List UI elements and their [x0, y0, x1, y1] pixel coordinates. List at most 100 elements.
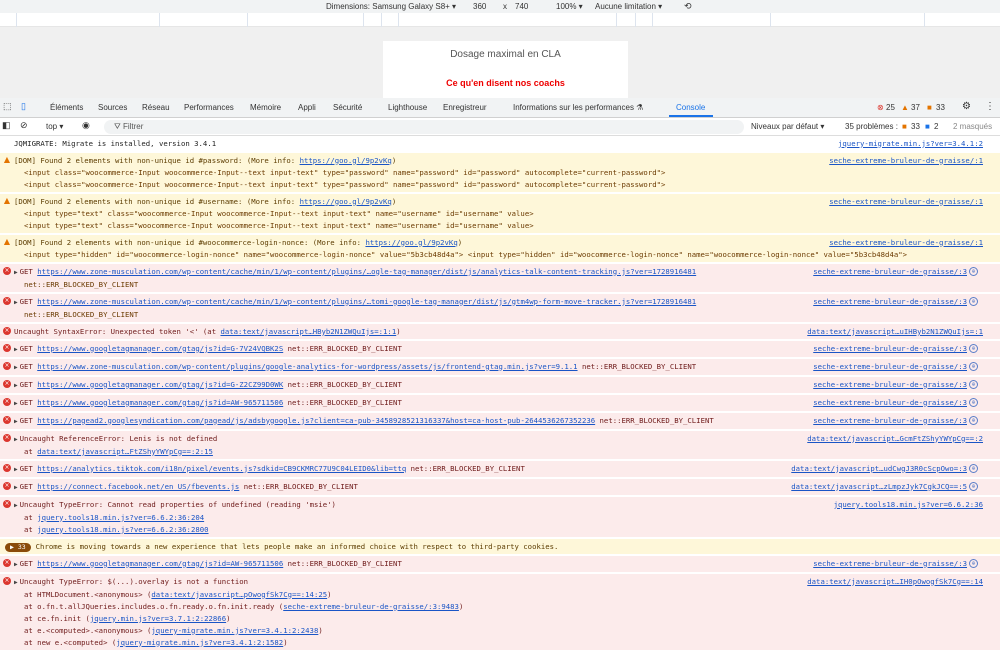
tab-security[interactable]: Sécurité: [333, 103, 362, 112]
zoom-select[interactable]: 100% ▾: [556, 2, 583, 11]
rotate-icon[interactable]: ⟲: [684, 1, 692, 12]
tab-console[interactable]: Console: [676, 103, 705, 112]
network-request-icon[interactable]: ⊕: [969, 362, 978, 371]
more-options-icon[interactable]: ⋮: [985, 101, 995, 112]
tab-performance-insights[interactable]: Informations sur les performances ⚗: [513, 103, 643, 112]
stack-frame-link[interactable]: seche-extreme-bruleur-de-graisse/:3:9483: [283, 602, 459, 611]
message-link[interactable]: https://connect.facebook.net/en_US/fbeve…: [37, 482, 239, 491]
source-link[interactable]: seche-extreme-bruleur-de-graisse/:3: [807, 557, 967, 570]
source-link[interactable]: seche-extreme-bruleur-de-graisse/:3: [807, 414, 967, 427]
expand-arrow-icon[interactable]: ▶: [14, 502, 18, 509]
source-link[interactable]: data:text/javascript…IH0pOwogfSk7Cg==:14: [801, 575, 983, 588]
tab-performance[interactable]: Performances: [184, 103, 234, 112]
problems-warning-count[interactable]: 33: [911, 122, 920, 131]
tab-application[interactable]: Appli: [298, 103, 316, 112]
source-link[interactable]: data:text/javascript…udCwgJ3R0cScpOwo=:3: [785, 462, 967, 475]
message-link[interactable]: https://www.googletagmanager.com/gtag/js…: [37, 559, 283, 568]
expand-arrow-icon[interactable]: ▶: [14, 418, 18, 425]
expand-arrow-icon[interactable]: ▶: [14, 484, 18, 491]
problems-label[interactable]: 35 problèmes :: [845, 122, 898, 131]
message-link[interactable]: https://www.googletagmanager.com/gtag/js…: [37, 380, 283, 389]
message-link[interactable]: https://www.googletagmanager.com/gtag/js…: [37, 398, 283, 407]
filter-input[interactable]: ⛛ Filtrer: [104, 120, 744, 134]
expand-arrow-icon[interactable]: ▶: [14, 400, 18, 407]
source-link[interactable]: data:text/javascript…GcmFtZShyYWYpCg==:2: [801, 432, 983, 445]
source-link[interactable]: jquery-migrate.min.js?ver=3.4.1:2: [832, 137, 983, 150]
message-link[interactable]: https://www.zone-musculation.com/wp-cont…: [37, 362, 577, 371]
stack-frame-link[interactable]: jquery-migrate.min.js?ver=3.4.1:2:1582: [116, 638, 283, 647]
expand-arrow-icon[interactable]: ▶: [14, 346, 18, 353]
tab-recorder[interactable]: Enregistreur: [443, 103, 487, 112]
source-link[interactable]: seche-extreme-bruleur-de-graisse/:3: [807, 265, 967, 278]
sidebar-toggle-icon[interactable]: ◧: [2, 120, 11, 131]
inspect-element-icon[interactable]: ⬚: [3, 101, 12, 112]
device-toggle-icon[interactable]: ▯: [21, 101, 26, 112]
message-link[interactable]: data:text/javascript…HByb2N1ZWQuIjs=:1:1: [220, 327, 396, 336]
source-link[interactable]: seche-extreme-bruleur-de-graisse/:1: [823, 236, 983, 249]
warning-count-icon[interactable]: ▲: [901, 103, 909, 112]
stack-frame-link[interactable]: data:text/javascript…pOwogfSk7Cg==:14:25: [151, 590, 327, 599]
problems-info-count[interactable]: 2: [934, 122, 938, 131]
network-request-icon[interactable]: ⊕: [969, 297, 978, 306]
network-request-icon[interactable]: ⊕: [969, 416, 978, 425]
stack-frame-link[interactable]: data:text/javascript…FtZShyYWYpCg==:2:15: [37, 447, 213, 456]
info-count[interactable]: 33: [936, 103, 945, 112]
media-query-ruler[interactable]: [0, 13, 1000, 27]
expand-arrow-icon[interactable]: ▶: [14, 436, 18, 443]
source-link[interactable]: seche-extreme-bruleur-de-graisse/:1: [823, 154, 983, 167]
error-count[interactable]: 25: [886, 103, 895, 112]
context-select[interactable]: top ▾: [46, 122, 63, 131]
network-request-icon[interactable]: ⊕: [969, 482, 978, 491]
tab-sources[interactable]: Sources: [98, 103, 127, 112]
network-request-icon[interactable]: ⊕: [969, 464, 978, 473]
network-request-icon[interactable]: ⊕: [969, 267, 978, 276]
expand-arrow-icon[interactable]: ▶: [14, 299, 18, 306]
message-link[interactable]: https://analytics.tiktok.com/i18n/pixel/…: [37, 464, 406, 473]
error-count-icon[interactable]: ⊗: [877, 103, 884, 112]
expand-arrow-icon[interactable]: ▶: [14, 579, 18, 586]
clear-console-icon[interactable]: ⊘: [20, 120, 28, 131]
network-request-icon[interactable]: ⊕: [969, 398, 978, 407]
source-link[interactable]: jquery.tools18.min.js?ver=6.6.2:36: [827, 498, 983, 511]
source-link[interactable]: seche-extreme-bruleur-de-graisse/:3: [807, 396, 967, 409]
source-link[interactable]: seche-extreme-bruleur-de-graisse/:3: [807, 295, 967, 308]
message-link[interactable]: https://www.zone-musculation.com/wp-cont…: [37, 297, 696, 306]
source-link[interactable]: seche-extreme-bruleur-de-graisse/:3: [807, 342, 967, 355]
stack-frame-link[interactable]: jquery.min.js?ver=3.7.1:2:22866: [90, 614, 226, 623]
source-link[interactable]: data:text/javascript…zLmpzJyk7CgkJCQ==:5: [785, 480, 967, 493]
tab-memory[interactable]: Mémoire: [250, 103, 281, 112]
message-link[interactable]: https://goo.gl/9p2vKq: [300, 156, 392, 165]
log-levels-select[interactable]: Niveaux par défaut ▾: [751, 122, 824, 131]
throttle-select[interactable]: Aucune limitation ▾: [595, 2, 662, 11]
device-select[interactable]: Dimensions: Samsung Galaxy S8+ ▾: [326, 2, 456, 11]
expand-arrow-icon[interactable]: ▶: [14, 269, 18, 276]
stack-frame-link[interactable]: jquery.tools18.min.js?ver=6.6.2:36:2800: [37, 525, 208, 534]
stack-frame-link[interactable]: jquery.tools18.min.js?ver=6.6.2:36:204: [37, 513, 204, 522]
message-link[interactable]: https://goo.gl/9p2vKq: [365, 238, 457, 247]
width-input[interactable]: 360: [473, 2, 486, 11]
source-link[interactable]: seche-extreme-bruleur-de-graisse/:3: [807, 378, 967, 391]
warning-count[interactable]: 37: [911, 103, 920, 112]
info-count-icon[interactable]: ■: [927, 103, 932, 112]
message-link[interactable]: https://pagead2.googlesyndication.com/pa…: [37, 416, 595, 425]
network-request-icon[interactable]: ⊕: [969, 559, 978, 568]
tab-lighthouse[interactable]: Lighthouse: [388, 103, 427, 112]
source-link[interactable]: seche-extreme-bruleur-de-graisse/:3: [807, 360, 967, 373]
source-link[interactable]: seche-extreme-bruleur-de-graisse/:1: [823, 195, 983, 208]
message-link[interactable]: https://www.zone-musculation.com/wp-cont…: [37, 267, 696, 276]
expand-arrow-icon[interactable]: ▶: [14, 561, 18, 568]
network-request-icon[interactable]: ⊕: [969, 344, 978, 353]
expand-arrow-icon[interactable]: ▶: [14, 466, 18, 473]
stack-frame-link[interactable]: jquery-migrate.min.js?ver=3.4.1:2:2438: [151, 626, 318, 635]
network-request-icon[interactable]: ⊕: [969, 380, 978, 389]
tab-elements[interactable]: Éléments: [50, 103, 83, 112]
message-link[interactable]: https://www.googletagmanager.com/gtag/js…: [37, 344, 283, 353]
height-input[interactable]: 740: [515, 2, 528, 11]
live-expression-eye-icon[interactable]: ◉: [82, 120, 90, 131]
settings-gear-icon[interactable]: ⚙: [962, 101, 971, 112]
expand-arrow-icon[interactable]: ▶: [14, 364, 18, 371]
tab-network[interactable]: Réseau: [142, 103, 170, 112]
expand-arrow-icon[interactable]: ▶: [14, 382, 18, 389]
repeat-count-badge[interactable]: ▶ 33: [5, 542, 31, 552]
source-link[interactable]: data:text/javascript…uIHByb2N1ZWQuIjs=:1: [801, 325, 983, 338]
